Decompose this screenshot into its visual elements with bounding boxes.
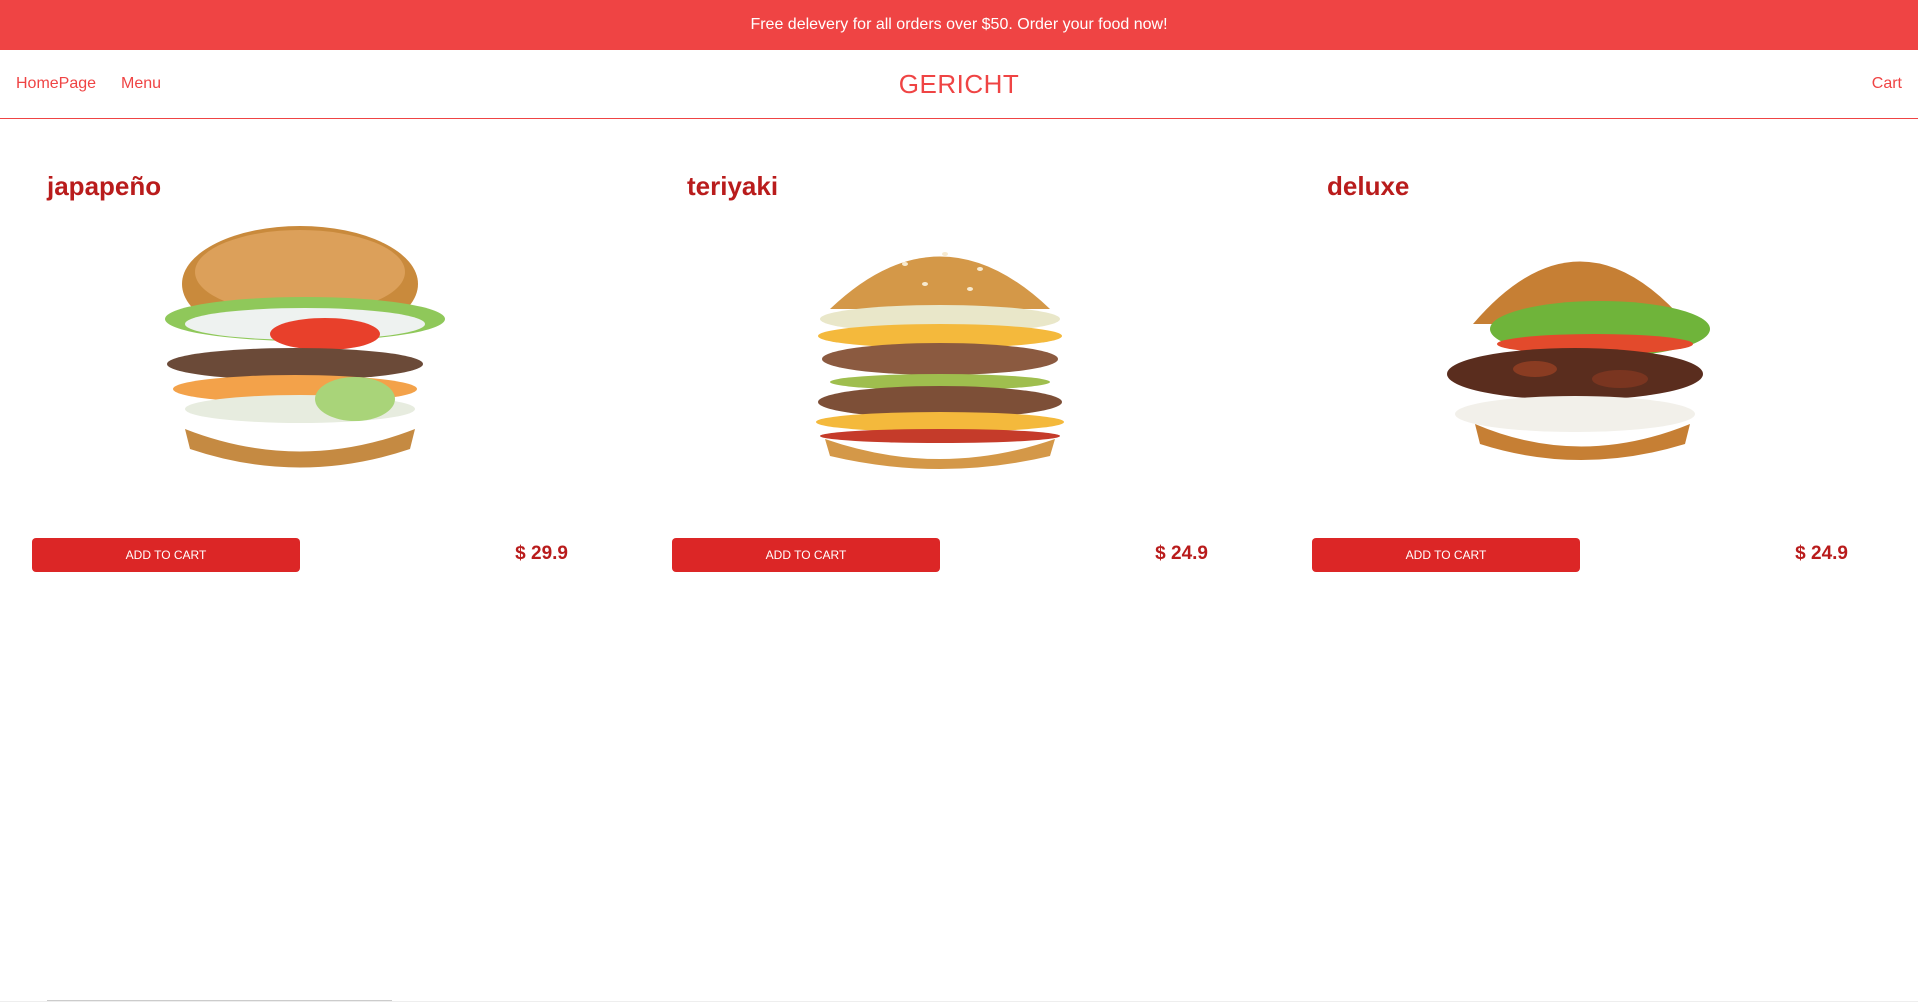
product-price: $ 24.9 (1155, 543, 1208, 564)
promo-banner: Free delevery for all orders over $50. O… (0, 0, 1918, 50)
brand-logo[interactable]: GERICHT (0, 69, 1918, 100)
product-title: teriyaki (687, 171, 779, 201)
product-card: japapeño ADD TO CART $ 29.9 (0, 119, 640, 589)
page-divider (0, 1001, 1918, 1002)
product-title: japapeño (47, 171, 162, 201)
product-title: deluxe (1327, 171, 1410, 201)
product-card: deluxe ADD TO CART $ 24.9 (1280, 119, 1918, 589)
promo-banner-text: Free delevery for all orders over $50. O… (750, 16, 1168, 33)
nav-link-cart[interactable]: Cart (1872, 75, 1902, 93)
product-price: $ 29.9 (515, 543, 568, 564)
burger-double-cheese-image (816, 252, 1064, 469)
burger-glazed-patty-image (1447, 261, 1710, 460)
add-to-cart-button[interactable]: ADD TO CART (672, 538, 940, 572)
navbar: HomePage Menu GERICHT Cart (0, 50, 1918, 119)
product-card: teriyaki ADD TO CART $ 24.9 (640, 119, 1280, 589)
burger-jalapeno-image (165, 226, 445, 468)
product-price: $ 24.9 (1795, 543, 1848, 564)
add-to-cart-button[interactable]: ADD TO CART (32, 538, 300, 572)
add-to-cart-button[interactable]: ADD TO CART (1312, 538, 1580, 572)
